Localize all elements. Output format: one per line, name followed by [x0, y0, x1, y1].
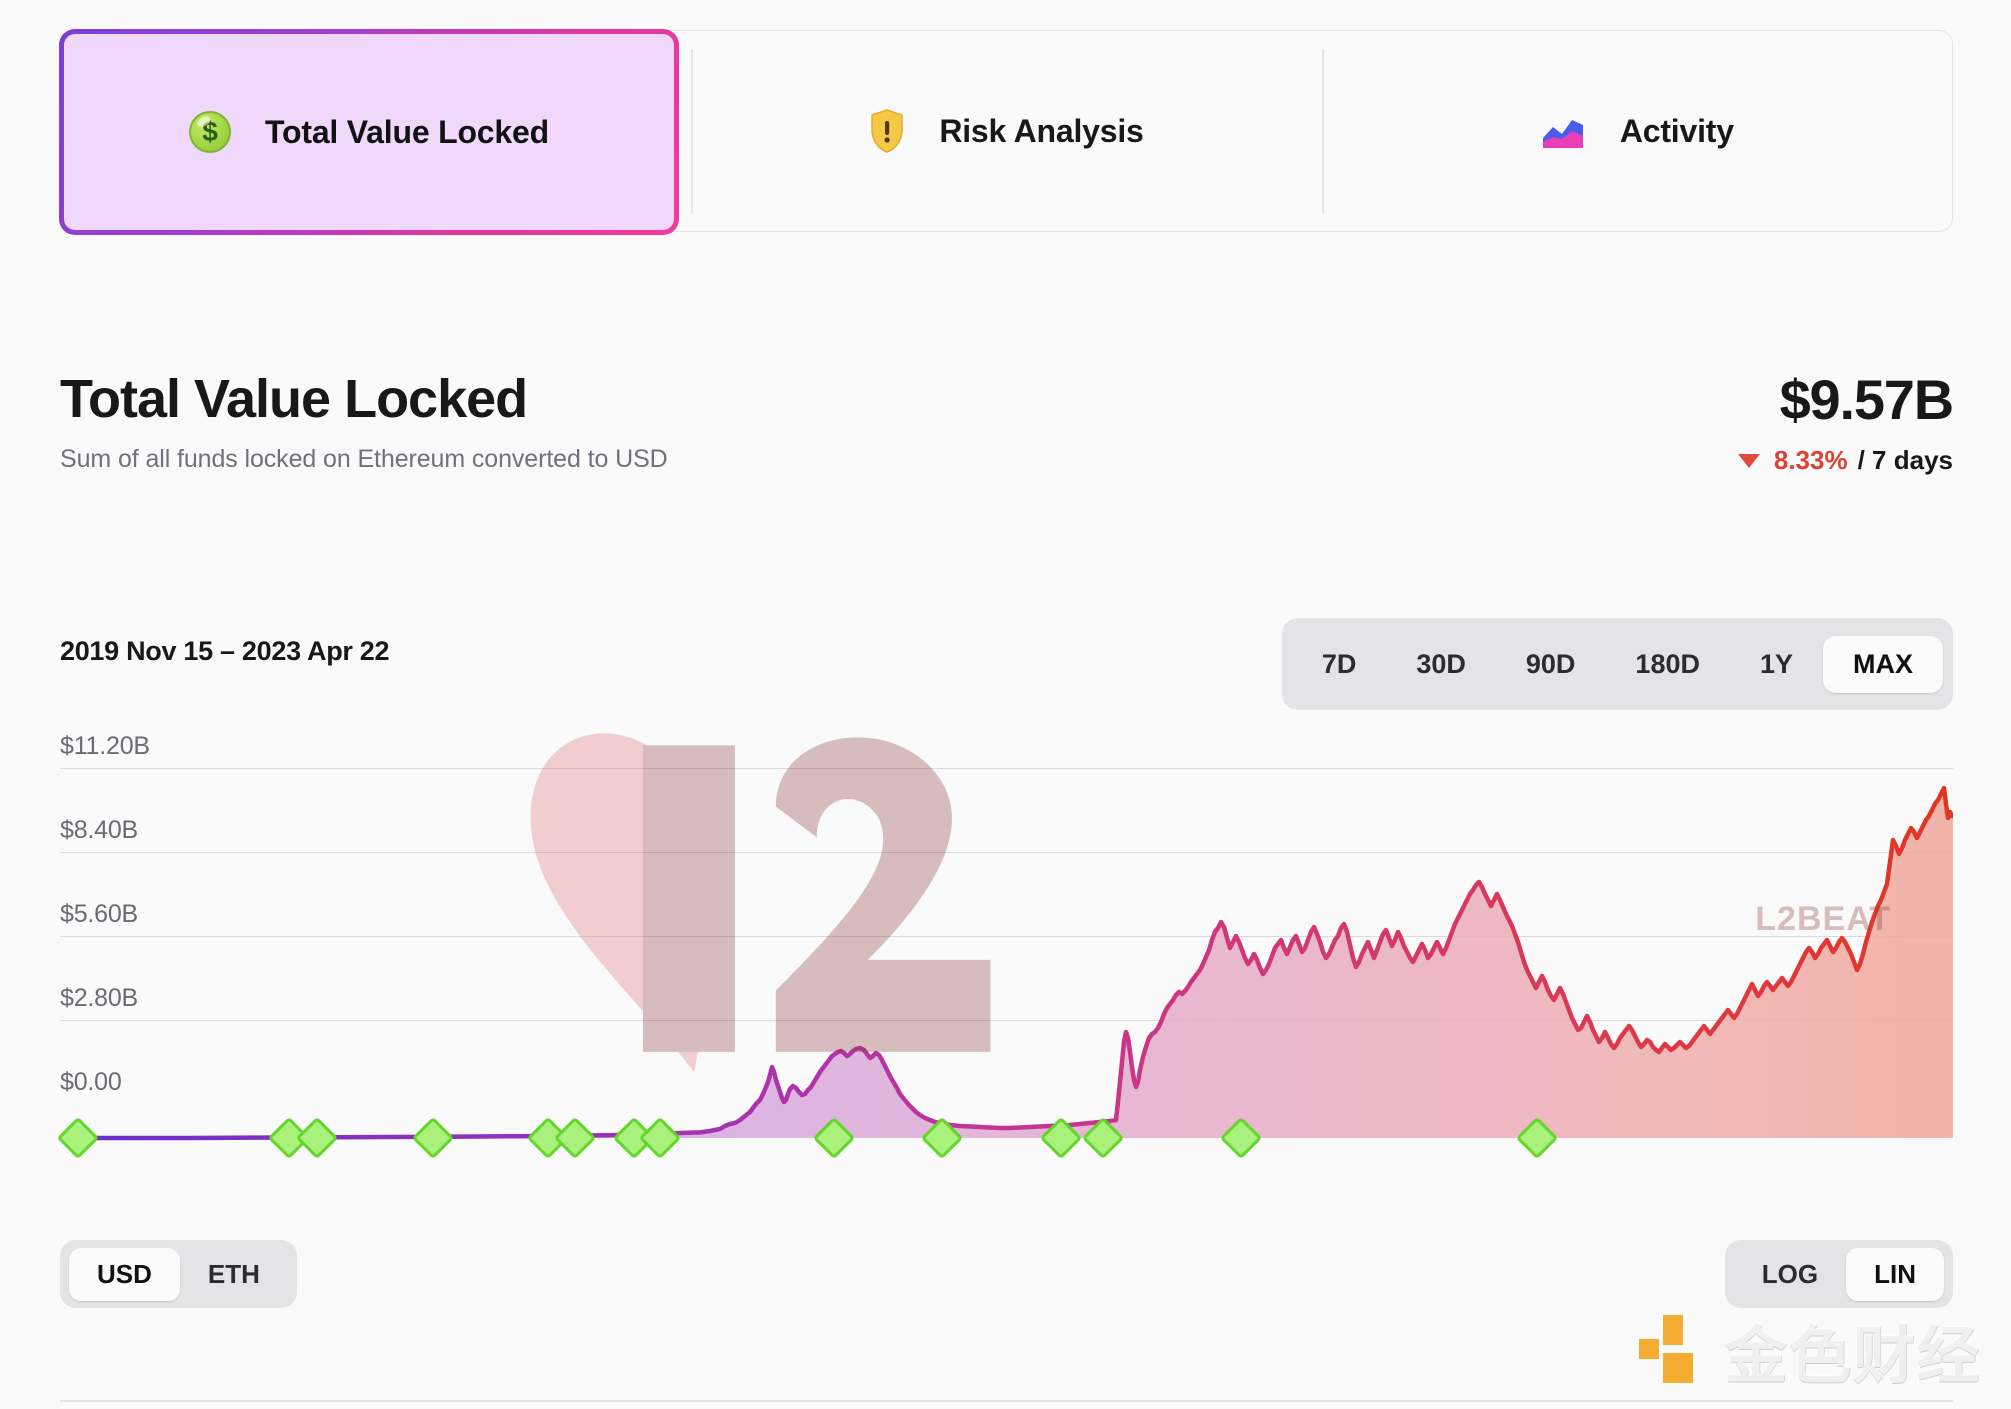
- jinse-logo-icon: [1635, 1313, 1709, 1387]
- tab-activity[interactable]: Activity: [1321, 31, 1952, 231]
- period-30d[interactable]: 30D: [1386, 636, 1496, 693]
- tab-activity-label: Activity: [1619, 112, 1734, 149]
- period-max[interactable]: MAX: [1823, 635, 1943, 693]
- tab-total-value-locked-label: Total Value Locked: [265, 113, 549, 150]
- currency-option-eth[interactable]: ETH: [180, 1248, 288, 1301]
- chart-bottom-controls: USD ETH LOG LIN: [60, 1240, 1953, 1312]
- tvl-chart: $11.20B $8.40B $5.60B $2.80B $0.00 L2BEA…: [56, 732, 1953, 1212]
- chart-range-row: 2019 Nov 15 – 2023 Apr 22 7D 30D 90D 180…: [60, 618, 1953, 710]
- money-bag-icon: $: [189, 111, 232, 153]
- jinse-finance-watermark: 金色财经: [1635, 1305, 1981, 1395]
- tvl-value: $9.57B: [1779, 368, 1955, 431]
- scale-option-log[interactable]: LOG: [1734, 1248, 1846, 1301]
- header-right: $9.57B 8.33% / 7 days: [1737, 368, 1955, 476]
- currency-toggle: USD ETH: [60, 1240, 297, 1308]
- scale-option-lin[interactable]: LIN: [1846, 1247, 1944, 1301]
- shield-warning-icon: [869, 109, 905, 153]
- tab-risk-analysis-label: Risk Analysis: [939, 112, 1144, 149]
- period-180d[interactable]: 180D: [1605, 636, 1730, 693]
- currency-option-usd[interactable]: USD: [69, 1247, 180, 1301]
- caret-down-icon: [1737, 453, 1760, 468]
- chart-area-fill: [60, 788, 1953, 1138]
- period-1y[interactable]: 1Y: [1730, 636, 1823, 693]
- period-selector: 7D 30D 90D 180D 1Y MAX: [1281, 618, 1953, 710]
- dashboard-tab-bar: Risk Analysis Activity $ Total Value Loc…: [60, 30, 1953, 232]
- page-header: Total Value Locked Sum of all funds lock…: [60, 368, 1955, 476]
- jinse-finance-text: 金色财经: [1724, 1322, 1981, 1391]
- tvl-dashboard-page: Risk Analysis Activity $ Total Value Loc…: [0, 0, 2011, 1409]
- tab-total-value-locked[interactable]: $ Total Value Locked: [59, 29, 679, 235]
- area-chart-icon: [1540, 112, 1586, 150]
- scale-toggle: LOG LIN: [1724, 1240, 1953, 1308]
- chart-svg: [60, 785, 1953, 1141]
- tvl-change-period: / 7 days: [1857, 445, 1953, 476]
- tvl-change: 8.33% / 7 days: [1737, 445, 1953, 476]
- header-left: Total Value Locked Sum of all funds lock…: [60, 370, 668, 474]
- period-7d[interactable]: 7D: [1292, 636, 1387, 693]
- footer-divider: [60, 1400, 1953, 1402]
- period-90d[interactable]: 90D: [1496, 636, 1606, 693]
- chart-plot-area[interactable]: L2BEAT: [60, 733, 1953, 1212]
- chart-date-range: 2019 Nov 15 – 2023 Apr 22: [60, 636, 390, 666]
- tvl-change-percent: 8.33%: [1773, 445, 1848, 476]
- page-subtitle: Sum of all funds locked on Ethereum conv…: [60, 445, 668, 474]
- page-title: Total Value Locked: [60, 369, 528, 429]
- tab-risk-analysis[interactable]: Risk Analysis: [691, 31, 1321, 231]
